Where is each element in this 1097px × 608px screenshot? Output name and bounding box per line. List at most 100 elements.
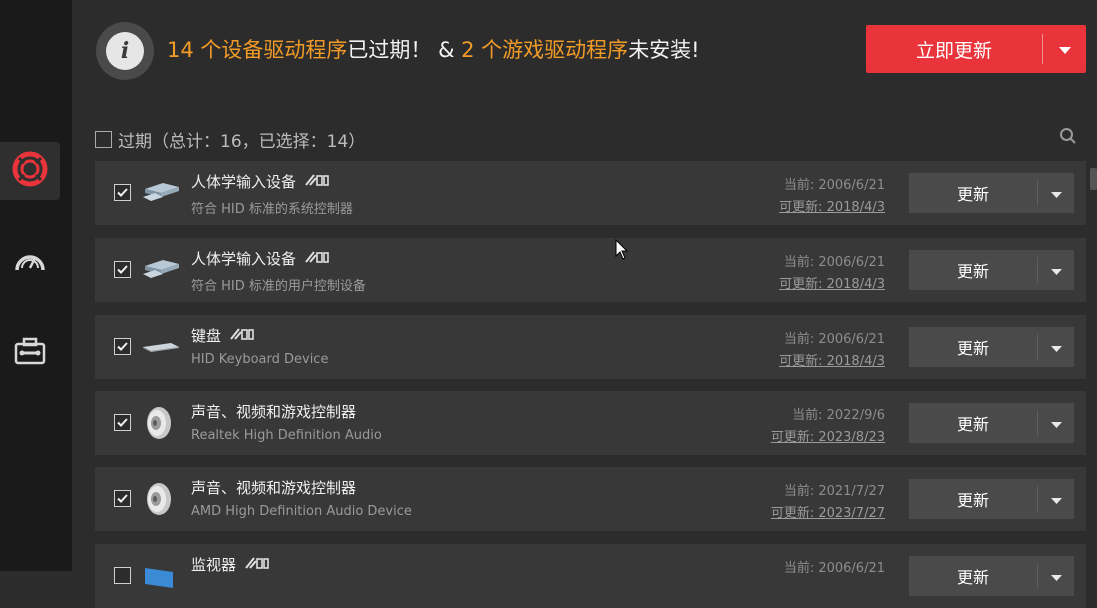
driver-row: 声音、视频和游戏控制器 Realtek High Definition Audi… (95, 391, 1086, 455)
device-name: 符合 HID 标准的用户控制设备 (191, 279, 366, 294)
update-button-label: 更新 (956, 415, 989, 434)
available-version-link[interactable]: 可更新: 2018/4/3 (779, 350, 885, 369)
caret-down-icon (1050, 261, 1062, 280)
update-dropdown[interactable] (1038, 338, 1074, 357)
row-checkbox[interactable] (114, 261, 131, 278)
filter-label: 过期（总计：16，已选择：14） (118, 132, 366, 152)
checkmark-icon (117, 188, 128, 197)
available-version-link[interactable]: 可更新: 2023/8/23 (771, 426, 885, 445)
device-name: AMD High Definition Audio Device (191, 504, 412, 519)
input-device-icon (141, 175, 181, 211)
current-version: 当前: 2006/6/21 (783, 332, 885, 347)
current-version: 当前: 2006/6/21 (783, 255, 885, 270)
update-button[interactable]: 更新 (909, 479, 1074, 519)
outdated-driver-icon (304, 173, 330, 191)
device-category-label: 声音、视频和游戏控制器 (191, 403, 357, 421)
device-category-label: 人体学输入设备 (191, 173, 297, 191)
speaker-icon (141, 405, 181, 441)
outdated-driver-icon (304, 250, 330, 268)
update-button[interactable]: 更新 (909, 556, 1074, 596)
outdated-driver-icon (229, 327, 255, 345)
game-driver-count: 2 个游戏驱动程序 (461, 38, 629, 62)
update-all-button[interactable]: 立即更新 (866, 25, 1086, 73)
update-button-label: 更新 (956, 185, 989, 204)
caret-down-icon (1050, 184, 1062, 203)
checkmark-icon (117, 494, 128, 503)
caret-down-icon (1058, 40, 1071, 59)
device-category-label: 监视器 (191, 556, 237, 574)
update-dropdown[interactable] (1038, 490, 1074, 509)
row-checkbox[interactable] (114, 490, 131, 507)
monitor-icon (141, 558, 181, 594)
driver-row: 人体学输入设备 符合 HID 标准的系统控制器 当前: 2006/6/21 可更… (95, 161, 1086, 225)
driver-row: 键盘 HID Keyboard Device 当前: 2006/6/21 可更新… (95, 315, 1086, 379)
outdated-count: 14 个设备驱动程序 (167, 38, 348, 62)
current-version: 当前: 2006/6/21 (783, 178, 885, 193)
caret-down-icon (1050, 414, 1062, 433)
device-category: 声音、视频和游戏控制器 (191, 401, 356, 422)
driver-row: 监视器 当前: 2006/6/21 更新 (95, 544, 1086, 608)
caret-down-icon (1050, 567, 1062, 586)
sidebar-item-toolbox[interactable] (0, 324, 60, 382)
driver-row: 声音、视频和游戏控制器 AMD High Definition Audio De… (95, 467, 1086, 531)
sidebar-item-boost[interactable] (0, 234, 60, 292)
speedometer-icon (13, 246, 47, 280)
update-button-label: 更新 (956, 568, 989, 587)
current-version: 当前: 2021/7/27 (783, 484, 885, 499)
update-button[interactable]: 更新 (909, 403, 1074, 443)
caret-down-icon (1050, 338, 1062, 357)
update-button[interactable]: 更新 (909, 250, 1074, 290)
mouse-cursor-icon (615, 238, 629, 265)
checkmark-icon (117, 418, 128, 427)
sidebar-item-driver-update[interactable] (0, 142, 60, 200)
device-name: 符合 HID 标准的系统控制器 (191, 202, 353, 217)
device-name: Realtek High Definition Audio (191, 428, 382, 443)
update-button-label: 更新 (956, 262, 989, 281)
update-all-label: 立即更新 (915, 39, 992, 62)
update-dropdown[interactable] (1038, 184, 1074, 203)
scrollbar-thumb[interactable] (1090, 168, 1097, 190)
device-category-label: 声音、视频和游戏控制器 (191, 479, 357, 497)
keyboard-icon (141, 329, 181, 365)
speaker-icon (141, 481, 181, 517)
available-version-link[interactable]: 可更新: 2018/4/3 (779, 196, 885, 215)
update-button[interactable]: 更新 (909, 327, 1074, 367)
row-checkbox[interactable] (114, 567, 131, 584)
driver-row: 人体学输入设备 符合 HID 标准的用户控制设备 当前: 2006/6/21 可… (95, 238, 1086, 302)
row-checkbox[interactable] (114, 338, 131, 355)
update-dropdown[interactable] (1038, 261, 1074, 280)
sidebar (0, 0, 72, 571)
available-version-link[interactable]: 可更新: 2018/4/3 (779, 273, 885, 292)
row-checkbox[interactable] (114, 414, 131, 431)
available-version-link[interactable]: 可更新: 2023/7/27 (771, 502, 885, 521)
row-checkbox[interactable] (114, 184, 131, 201)
outdated-filter[interactable]: 过期（总计：16，已选择：14） (95, 127, 365, 152)
status-text-1: 已过期！ & (347, 38, 462, 62)
device-name: HID Keyboard Device (191, 352, 329, 367)
input-device-icon (141, 252, 181, 288)
update-button[interactable]: 更新 (909, 173, 1074, 213)
device-category-label: 人体学输入设备 (191, 250, 297, 268)
checkmark-icon (117, 342, 128, 351)
checkmark-icon (117, 265, 128, 274)
current-version: 当前: 2022/9/6 (792, 408, 885, 423)
current-version: 当前: 2006/6/21 (783, 561, 885, 576)
update-button-label: 更新 (956, 339, 989, 358)
lifebuoy-icon (12, 151, 48, 191)
update-dropdown[interactable] (1038, 414, 1074, 433)
status-text-2: 未安装! (628, 38, 700, 62)
device-category: 人体学输入设备 (191, 171, 330, 192)
info-icon: i (96, 22, 154, 80)
status-message: 14 个设备驱动程序已过期！ & 2 个游戏驱动程序未安装! (167, 34, 700, 64)
caret-down-icon (1050, 490, 1062, 509)
device-category: 人体学输入设备 (191, 248, 330, 269)
device-category: 声音、视频和游戏控制器 (191, 477, 356, 498)
update-button-label: 更新 (956, 491, 989, 510)
update-all-dropdown[interactable] (1043, 40, 1086, 59)
device-category: 键盘 (191, 325, 255, 346)
toolbox-icon (13, 336, 47, 370)
update-dropdown[interactable] (1038, 567, 1074, 586)
select-all-checkbox[interactable] (95, 131, 112, 148)
search-icon[interactable] (1059, 127, 1077, 149)
device-category: 监视器 (191, 554, 270, 575)
